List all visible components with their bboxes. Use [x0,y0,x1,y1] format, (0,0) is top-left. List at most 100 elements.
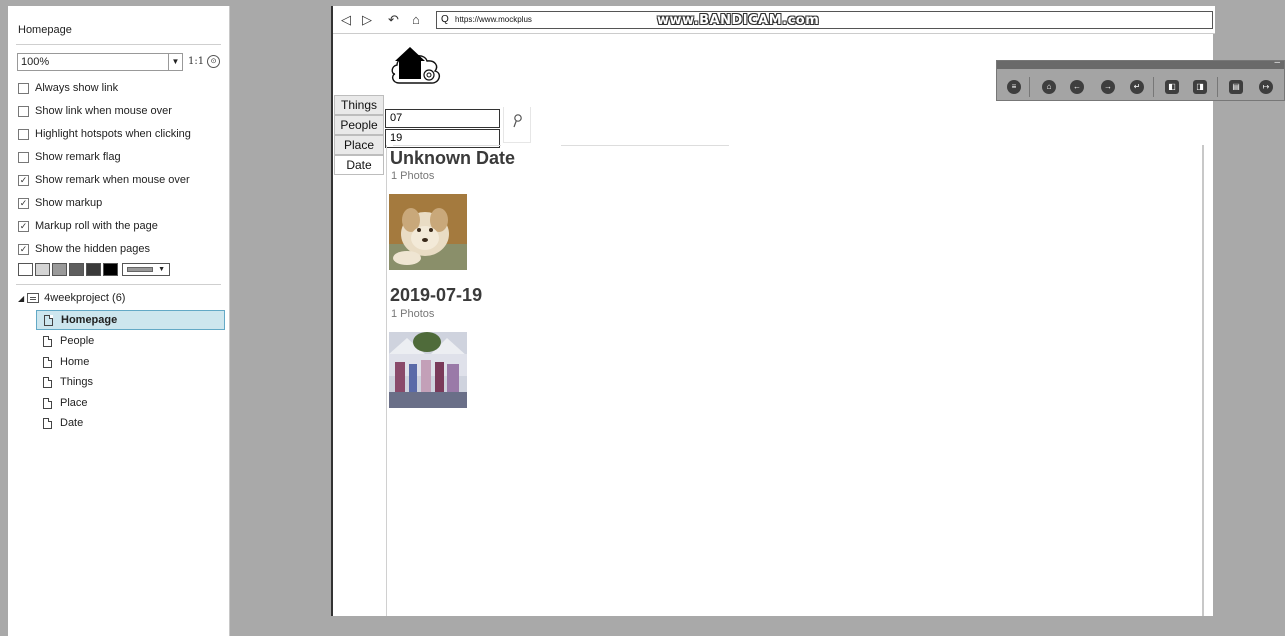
forward-icon[interactable]: → [1101,80,1115,94]
checkbox-checked[interactable]: ✓ [18,174,29,186]
page-prev-icon[interactable]: ◧ [1165,80,1179,94]
app-logo-icon[interactable] [389,44,447,88]
search-button[interactable] [503,107,531,143]
option-markup-roll[interactable]: ✓ Markup roll with the page [18,218,158,234]
dog-photo-image [389,194,467,270]
page-icon [43,376,52,388]
home-icon[interactable]: ⌂ [1042,80,1056,94]
page-next-icon[interactable]: ◨ [1193,80,1207,94]
option-label: Markup roll with the page [35,220,158,232]
page-label: Home [60,356,90,368]
search-icon [513,114,522,128]
page-icon [43,356,52,368]
address-bar[interactable]: Q https://www.mockplus www.BANDICAM.com [436,11,1213,29]
custom-color-dropdown[interactable]: ▼ [122,263,170,276]
background-color-swatches: ▼ [18,263,170,276]
page-item-things[interactable]: Things [36,372,225,392]
page-item-homepage[interactable]: Homepage [36,310,225,330]
tab-things[interactable]: Things [334,95,384,115]
photo-count: 1 Photos [391,308,435,320]
toolbar-titlebar[interactable]: – [997,57,1284,69]
notes-icon[interactable]: ▤ [1229,80,1243,94]
chevron-down-icon[interactable]: ▼ [168,54,182,70]
option-label: Show remark when mouse over [35,174,190,186]
option-label: Show markup [35,197,103,209]
checkbox[interactable] [18,151,29,163]
option-show-hidden-pages[interactable]: ✓ Show the hidden pages [18,241,150,257]
swatch-charcoal[interactable] [86,263,101,276]
swatch-light-gray[interactable] [35,263,50,276]
section-title: Unknown Date [390,148,516,168]
swatch-dark-gray[interactable] [69,263,84,276]
option-show-remark-mouse-over[interactable]: ✓ Show remark when mouse over [18,172,190,188]
option-label: Show link when mouse over [35,105,172,117]
checkbox[interactable] [18,128,29,140]
checkbox-checked[interactable]: ✓ [18,220,29,232]
event-photo-image [389,332,467,408]
checkbox[interactable] [18,82,29,94]
checkbox-checked[interactable]: ✓ [18,243,29,255]
page-item-date[interactable]: Date [36,413,225,433]
tab-people[interactable]: People [334,115,384,135]
home-icon[interactable]: ⌂ [412,12,420,27]
tab-date[interactable]: Date [334,155,384,175]
option-show-markup[interactable]: ✓ Show markup [18,195,102,211]
divider [1029,77,1030,97]
page-icon [43,335,52,347]
event-photo[interactable] [389,332,467,408]
swatch-gray[interactable] [52,263,67,276]
page-item-place[interactable]: Place [36,393,225,413]
floating-toolbar: – ≡ ⌂ ← → ↵ ◧ ◨ ▤ ↦ [996,57,1285,101]
divider [561,145,729,146]
option-always-show-link[interactable]: Always show link [18,80,118,96]
checkbox[interactable] [18,105,29,117]
project-label: 4weekproject (6) [44,292,126,304]
photo-count: 1 Photos [391,170,435,182]
fit-toggle-icon[interactable]: ⊙ [207,55,220,68]
checkbox-checked[interactable]: ✓ [18,197,29,209]
caret-down-icon[interactable]: ◢ [18,294,24,303]
project-icon [27,293,40,303]
menu-icon[interactable]: ≡ [1007,80,1021,94]
minimize-icon[interactable]: – [1274,57,1280,68]
refresh-icon[interactable]: ↶ [388,12,399,28]
url-text: https://www.mockplus [455,15,532,24]
page-icon [43,397,52,409]
option-show-link-mouse-over[interactable]: Show link when mouse over [18,103,172,119]
page-icon [44,314,53,326]
page-label: Date [60,417,84,429]
swatch-black[interactable] [103,263,118,276]
divider [1153,77,1154,97]
month-input[interactable]: 07 [385,109,500,128]
divider [1217,77,1218,97]
divider [393,145,501,146]
page-label: Things [60,376,94,388]
forward-arrow-icon[interactable]: ▷ [362,12,372,28]
return-icon[interactable]: ↵ [1130,80,1144,94]
back-arrow-icon[interactable]: ◁ [341,12,351,28]
page-label: People [60,335,95,347]
page-label: Homepage [61,314,118,326]
content-border [386,145,387,616]
option-label: Show the hidden pages [35,243,150,255]
option-show-remark-flag[interactable]: Show remark flag [18,149,121,165]
screen: Homepage 100% ▼ 1:1 ⊙ Always show link S… [0,0,1285,636]
color-bar [127,267,153,272]
page-item-people[interactable]: People [36,331,225,351]
search-icon: Q [441,14,449,25]
dog-photo[interactable] [389,194,467,270]
zoom-value: 100% [21,56,50,68]
exit-icon[interactable]: ↦ [1259,80,1273,94]
page-label: Place [60,397,88,409]
swatch-white[interactable] [18,263,33,276]
tab-place[interactable]: Place [334,135,384,155]
back-icon[interactable]: ← [1070,80,1084,94]
divider [16,44,221,45]
zoom-select[interactable]: 100% ▼ [17,53,183,71]
project-tree-root[interactable]: ◢ 4weekproject (6) [18,292,125,304]
option-label: Show remark flag [35,151,121,163]
actual-size-button[interactable]: 1:1 [188,56,204,67]
page-item-home[interactable]: Home [36,352,225,372]
option-highlight-hotspots[interactable]: Highlight hotspots when clicking [18,126,191,142]
scrollbar-track[interactable] [1202,145,1204,616]
